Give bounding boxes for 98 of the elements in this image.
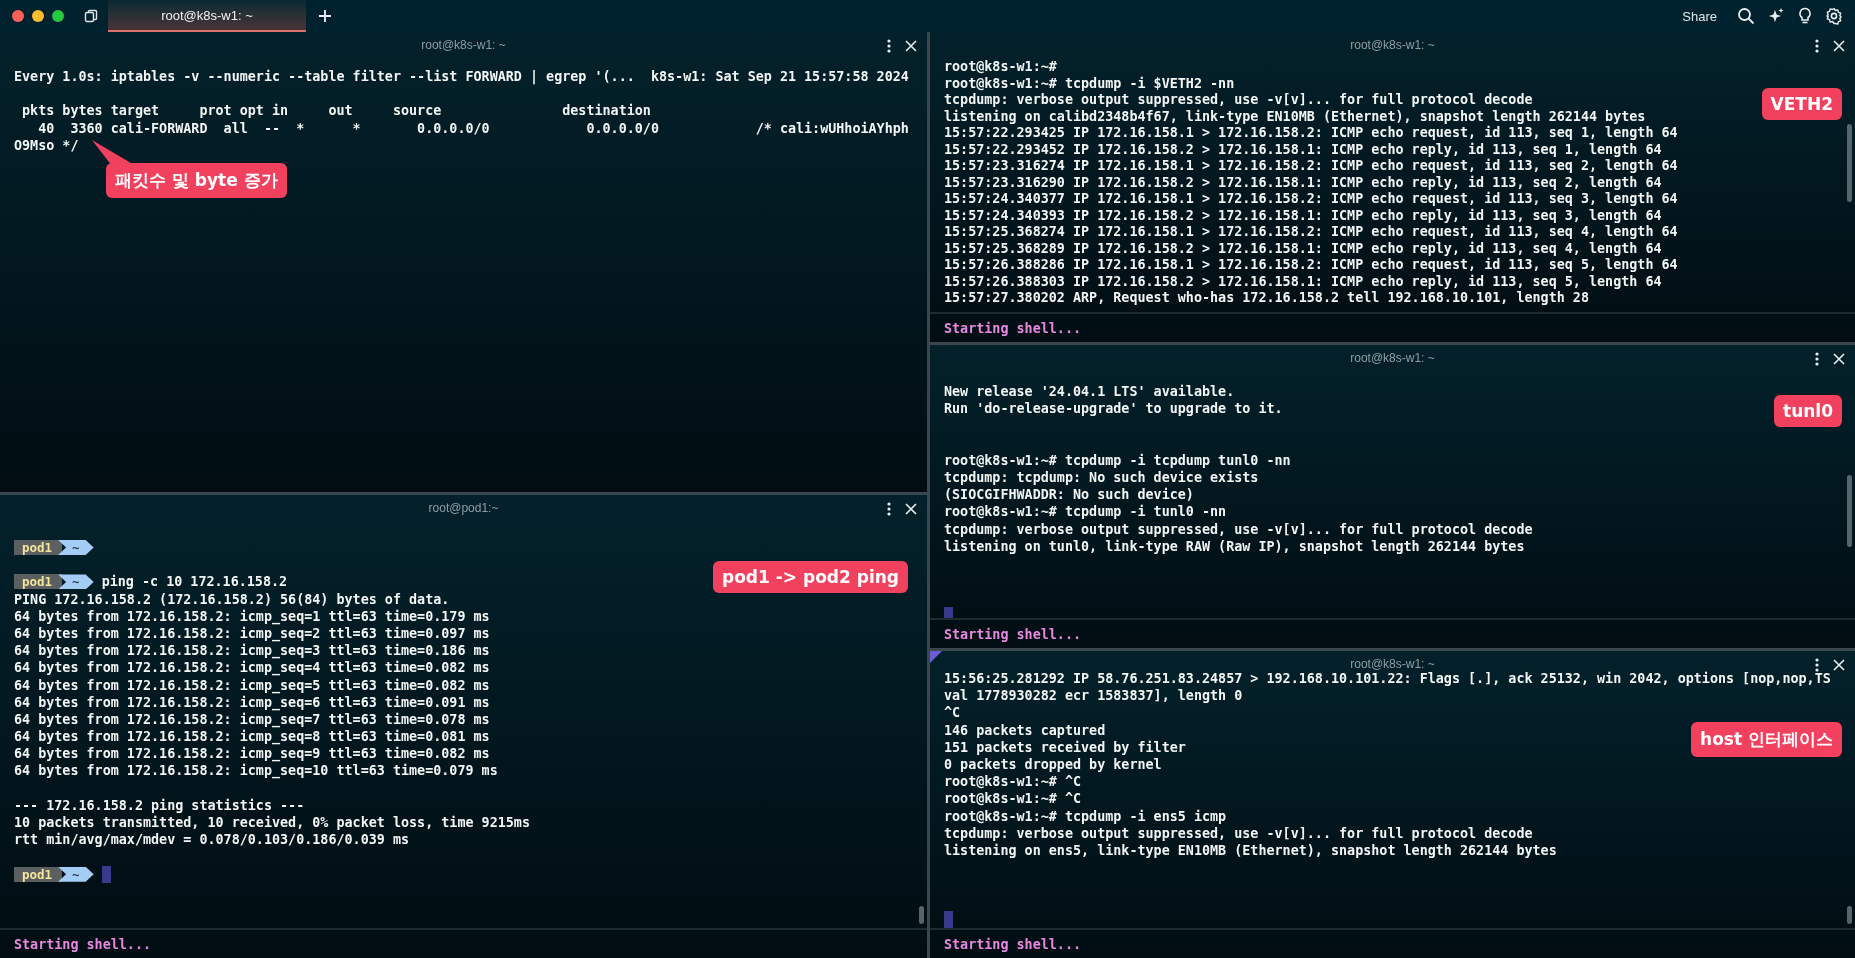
terminal-line: root@k8s-w1:~# tcpdump -i ens5 icmp [944,807,1227,825]
prompt-segment: ~ [58,574,94,590]
terminal-line: 64 bytes from 172.16.158.2: icmp_seq=3 ttl=63 time=0.186 ms [14,642,490,660]
terminal-line: 15:57:26.388286 IP 172.16.158.1 > 172.16.158.2: ICMP echo request, id 113, seq 5, length 64 [944,257,1678,274]
terminal-line: root@k8s-w1:~# tcpdump -i tunl0 -nn [944,503,1227,521]
prompt-segment: pod1 [14,540,63,556]
settings-icon[interactable] [1825,7,1843,25]
scrollbar-thumb[interactable] [1847,124,1852,202]
annotation-label: pod1 -> pod2 ping [713,561,908,593]
annotation-label: tunl0 [1774,395,1842,427]
terminal-line: 15:57:24.340393 IP 172.16.158.2 > 172.16.158.1: ICMP echo reply, id 113, seq 3, length 64 [944,207,1662,224]
terminal-line: root@k8s-w1:~# tcpdump -i $VETH2 -nn [944,75,1235,92]
annotation-label: VETH2 [1761,88,1842,120]
terminal-line: root@k8s-w1:~# tcpdump -i tcpdump tunl0 -nn [944,451,1291,469]
pane-title: root@k8s-w1: ~ [1350,38,1435,52]
cursor-block [944,910,953,928]
scrollbar-thumb[interactable] [1847,475,1852,547]
terminal-line: 15:57:24.340377 IP 172.16.158.1 > 172.16.158.2: ICMP echo request, id 113, seq 3, length 64 [944,191,1678,208]
terminal-line: Every 1.0s: iptables -v --numeric --table filter --list FORWARD | egrep '(... k8s-w1: Sat Sep 21 15:57:58 2024 [14,68,909,86]
more-icon[interactable] [887,39,891,53]
more-icon[interactable] [887,502,891,516]
terminal-line: 0 packets dropped by kernel [944,755,1162,774]
terminal-line: rtt min/avg/max/mdev = 0.078/0.103/0.186/0.039 ms [14,831,410,849]
close-icon[interactable] [1833,353,1845,365]
terminal-line: listening on calibd2348b4f67, link-type EN10MB (Ethernet), snapshot length 262144 bytes [944,108,1646,125]
terminal-line: 15:57:27.380202 ARP, Request who-has 172.16.158.2 tell 192.168.10.101, length 28 [944,290,1589,307]
more-icon[interactable] [1815,658,1819,672]
annotation-label: host 인터페이스 [1691,722,1842,757]
scrollbar-thumb[interactable] [1847,906,1852,924]
terminal-line: Run 'do-release-upgrade' to upgrade to it. [944,400,1283,418]
status-text: Starting shell... [944,626,1082,642]
more-icon[interactable] [1815,352,1819,366]
terminal-line: New release '24.04.1 LTS' available. [944,383,1235,401]
terminal-line: 15:57:26.388303 IP 172.16.158.2 > 172.16.158.1: ICMP echo reply, id 113, seq 5, length 64 [944,273,1662,290]
terminal-line: tcpdump: tcpdump: No such device exists [944,468,1259,487]
terminal-line: 151 packets received by filter [944,738,1186,756]
terminal-line: 10 packets transmitted, 10 received, 0% packet loss, time 9215ms [14,814,530,832]
terminal-line: root@k8s-w1:~# ^C [944,773,1082,791]
prompt-segment: ~ [58,866,94,882]
terminal-line: 15:56:25.281292 IP 58.76.251.83.24857 > 192.168.10.101.22: Flags [.], ack 25132, win 2042, options [nop,nop,TS [944,670,1831,688]
terminal-line: O9Mso */ [14,136,79,154]
terminal-line: (SIOCGIFHWADDR: No such device) [944,486,1194,504]
status-text: Starting shell... [944,936,1082,952]
close-icon[interactable] [905,40,917,52]
terminal-line: 40 3360 cali-FORWARD all -- * * 0.0.0.0/0 0.0.0.0/0 /* cali:wUHhoiAYhph [37,119,909,137]
cursor-block [944,606,953,618]
terminal-line: PING 172.16.158.2 (172.16.158.2) 56(84) bytes of data. [14,590,450,608]
terminal-line: 64 bytes from 172.16.158.2: icmp_seq=5 ttl=63 time=0.082 ms [14,676,490,694]
terminal-line: --- 172.16.158.2 ping statistics --- [14,796,305,814]
terminal-line: 15:57:22.293425 IP 172.16.158.1 > 172.16.158.2: ICMP echo request, id 113, seq 1, length 64 [944,125,1678,142]
terminal-line: tcpdump: verbose output suppressed, use -v[v]... for full protocol decode [944,824,1533,842]
terminal-line: 64 bytes from 172.16.158.2: icmp_seq=8 ttl=63 time=0.081 ms [14,728,490,746]
pane-title: root@pod1:~ [428,501,499,515]
pane-title: root@k8s-w1: ~ [421,38,506,52]
status-text: Starting shell... [14,936,152,952]
more-icon[interactable] [1815,39,1819,53]
terminal-line: listening on ens5, link-type EN10MB (Ethernet), snapshot length 262144 bytes [944,841,1557,860]
terminal-line: 64 bytes from 172.16.158.2: icmp_seq=10 ttl=63 time=0.079 ms [14,762,498,780]
pane-title: root@k8s-w1: ~ [1350,351,1435,365]
terminal-line: 64 bytes from 172.16.158.2: icmp_seq=7 ttl=63 time=0.078 ms [14,711,490,729]
pane-title: root@k8s-w1: ~ [1350,657,1435,671]
prompt-segment: pod1 [14,866,63,882]
terminal-line: pkts bytes target prot opt in out source destination [21,102,651,120]
close-icon[interactable] [1833,659,1845,671]
terminal-line: 15:57:25.368289 IP 172.16.158.2 > 172.16.158.1: ICMP echo reply, id 113, seq 4, length 64 [944,240,1662,257]
terminal-line: root@k8s-w1:~# ^C [944,790,1082,808]
terminal-line: 64 bytes from 172.16.158.2: icmp_seq=2 ttl=63 time=0.097 ms [14,625,490,643]
terminal-line: 15:57:23.316274 IP 172.16.158.1 > 172.16.158.2: ICMP echo request, id 113, seq 2, length 64 [944,158,1678,175]
close-icon[interactable] [905,503,917,515]
terminal-line: val 1778930282 ecr 1583837], length 0 [944,687,1243,705]
terminal-line: 64 bytes from 172.16.158.2: icmp_seq=1 ttl=63 time=0.179 ms [14,607,490,625]
terminal-line: root@k8s-w1:~# [944,59,1057,76]
maximize-window-button[interactable] [52,10,64,22]
prompt-segment: pod1 [14,574,63,590]
share-button[interactable]: Share [1676,4,1723,28]
terminal-line: 15:57:25.368274 IP 172.16.158.1 > 172.16.158.2: ICMP echo request, id 113, seq 4, length 64 [944,224,1678,241]
scrollbar-thumb[interactable] [919,906,924,924]
new-tab-icon[interactable] [318,9,332,23]
terminal-tab[interactable]: root@k8s-w1: ~ [108,0,306,32]
terminal-line: tcpdump: verbose output suppressed, use -v[v]... for full protocol decode [944,92,1533,109]
search-icon[interactable] [1737,7,1755,25]
terminal-command: ping -c 10 172.16.158.2 [101,573,288,591]
minimize-window-button[interactable] [32,10,44,22]
terminal-line: 146 packets captured [944,721,1106,739]
terminal-line: 64 bytes from 172.16.158.2: icmp_seq=4 ttl=63 time=0.082 ms [14,659,490,677]
terminal-line: listening on tunl0, link-type RAW (Raw IP), snapshot length 262144 bytes [944,537,1525,555]
terminal-line: 15:57:22.293452 IP 172.16.158.2 > 172.16.158.1: ICMP echo reply, id 113, seq 1, length 64 [944,141,1662,158]
close-window-button[interactable] [12,10,24,22]
terminal-line: 64 bytes from 172.16.158.2: icmp_seq=6 ttl=63 time=0.091 ms [14,694,490,711]
terminal-line: 15:57:23.316290 IP 172.16.158.2 > 172.16.158.1: ICMP echo reply, id 113, seq 2, length 64 [944,174,1662,191]
lightbulb-icon[interactable] [1797,7,1813,25]
sidebar-icon[interactable] [84,9,98,23]
status-text: Starting shell... [944,320,1082,336]
terminal-line: 64 bytes from 172.16.158.2: icmp_seq=9 ttl=63 time=0.082 ms [14,745,490,763]
prompt-segment: ~ [58,540,94,556]
terminal-line: ^C [944,704,961,722]
close-icon[interactable] [1833,40,1845,52]
terminal-line: tcpdump: verbose output suppressed, use -v[v]... for full protocol decode [944,520,1533,538]
